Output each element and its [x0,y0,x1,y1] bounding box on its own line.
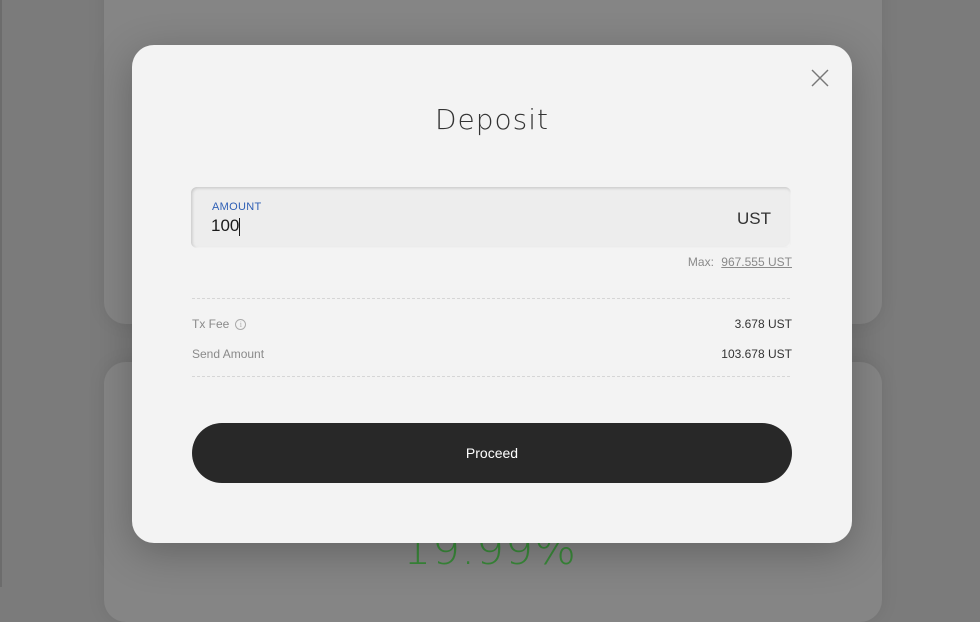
text-caret [239,218,240,236]
info-icon[interactable]: i [235,319,247,330]
max-value-link[interactable]: 967.555 UST [721,255,792,269]
proceed-button[interactable]: Proceed [192,423,792,483]
amount-unit: UST [737,209,771,228]
dialog-title: Deposit [434,103,550,136]
amount-field[interactable]: AMOUNT UST [191,187,791,248]
tx-fee-value: 3.678 UST [734,317,792,331]
amount-input[interactable] [211,215,691,237]
page-edge [0,0,2,587]
max-balance: Max: 967.555 UST [688,255,792,269]
deposit-dialog: Deposit AMOUNT UST Max: 967.555 UST Tx F… [132,45,852,543]
send-amount-value: 103.678 UST [721,347,792,361]
close-icon [811,69,829,87]
tx-fee-label: Tx Fee [192,317,230,331]
max-label: Max: [687,255,714,269]
amount-label: AMOUNT [212,201,262,213]
divider [192,376,790,377]
tx-fee-label-group: Tx Fee i [192,317,247,331]
close-button[interactable] [810,68,830,88]
divider [192,298,790,299]
send-amount-label: Send Amount [192,347,265,361]
